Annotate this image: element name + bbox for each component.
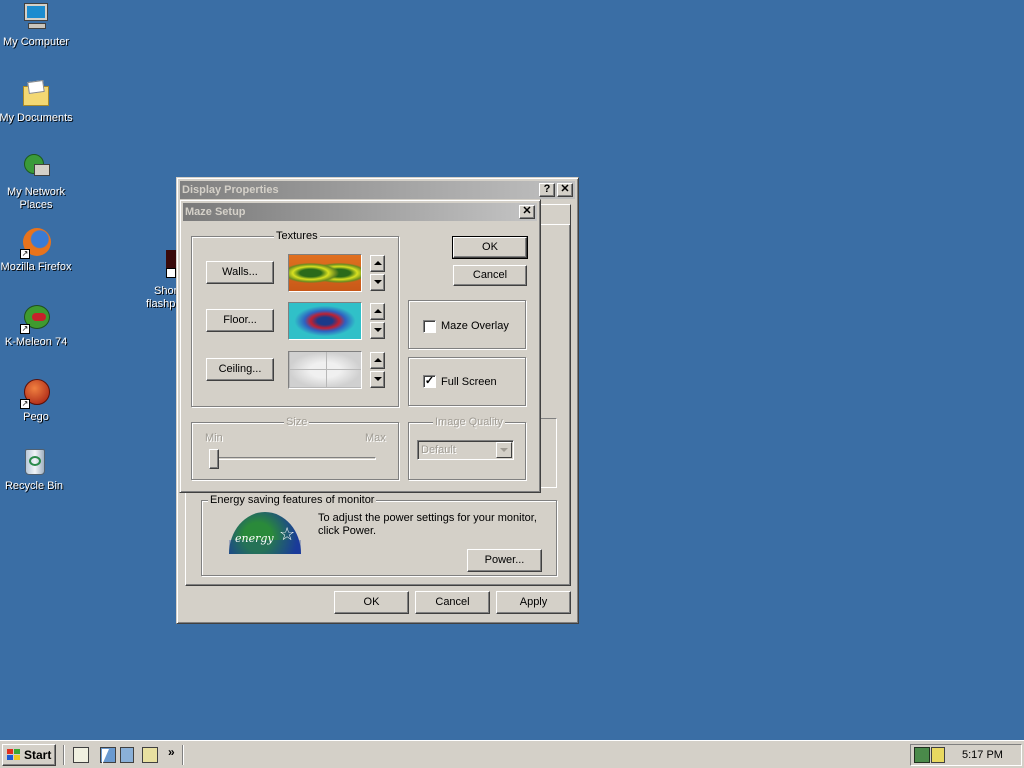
desktop-icon-my-network-places[interactable]: My Network Places <box>0 152 74 212</box>
energy-saving-group-title: Energy saving features of monitor <box>208 494 377 506</box>
floor-button[interactable]: Floor... <box>206 309 274 332</box>
folder-icon <box>20 78 52 110</box>
desktop-icon-label: Mozilla Firefox <box>0 261 72 273</box>
computer-icon <box>20 2 52 34</box>
image-quality-select[interactable]: Default <box>417 440 514 460</box>
pego-icon: ↗ <box>20 377 52 409</box>
ok-button[interactable]: OK <box>452 236 528 259</box>
taskbar: Start » 5:17 PM <box>0 740 1024 768</box>
desktop-icon-label: My Network Places <box>6 186 66 211</box>
volume-icon[interactable] <box>931 747 945 763</box>
firefox-icon: ↗ <box>20 227 52 259</box>
size-max-label: Max <box>365 432 386 444</box>
preview-area-partial <box>539 418 557 488</box>
textures-group-title: Textures <box>274 230 320 242</box>
floor-scroll-down-button[interactable] <box>370 322 385 339</box>
floor-texture-preview <box>288 302 362 340</box>
display-properties-titlebar[interactable]: Display Properties ? ✕ <box>180 181 575 199</box>
maze-overlay-checkbox[interactable] <box>423 320 436 333</box>
ceiling-button[interactable]: Ceiling... <box>206 358 274 381</box>
star-icon: ☆ <box>279 524 296 544</box>
desktop-icon-label: My Documents <box>0 112 73 124</box>
chevron-down-icon[interactable] <box>496 442 512 458</box>
walls-texture-preview <box>288 254 362 292</box>
floor-scroll-up-button[interactable] <box>370 303 385 320</box>
apply-button[interactable]: Apply <box>496 591 571 614</box>
full-screen-label[interactable]: Full Screen <box>441 376 497 388</box>
shortcut-arrow-icon <box>166 268 176 278</box>
help-button[interactable]: ? <box>539 183 555 197</box>
k-meleon-icon: ↗ <box>20 302 52 334</box>
size-slider-thumb[interactable] <box>209 449 219 469</box>
size-group: Size <box>191 416 399 480</box>
close-button[interactable]: ✕ <box>519 205 535 219</box>
desktop-icon-label: Shor <box>154 285 178 297</box>
ceiling-scroll-down-button[interactable] <box>370 371 385 388</box>
ok-button[interactable]: OK <box>334 591 409 614</box>
network-icon <box>20 152 52 184</box>
show-desktop-icon[interactable] <box>73 747 89 763</box>
taskbar-separator <box>182 745 184 765</box>
network-status-icon[interactable] <box>914 747 930 763</box>
desktop-icon-label: flashp <box>146 298 176 310</box>
desktop-icon-pego[interactable]: ↗ Pego <box>0 377 74 424</box>
desktop-icon-k-meleon[interactable]: ↗ K-Meleon 74 <box>0 302 74 349</box>
energy-logo-text: energy <box>235 532 274 545</box>
start-button[interactable]: Start <box>2 744 56 766</box>
power-button[interactable]: Power... <box>467 549 542 572</box>
ceiling-texture-preview <box>288 351 362 389</box>
size-group-title: Size <box>284 416 310 428</box>
taskbar-separator <box>63 745 65 765</box>
windows-logo-icon <box>7 749 21 761</box>
clock[interactable]: 5:17 PM <box>962 749 1003 761</box>
desktop-icon-recycle-bin[interactable]: Recycle Bin <box>0 446 72 493</box>
window-title: Display Properties <box>182 184 279 196</box>
more-chevron-icon[interactable]: » <box>168 745 175 759</box>
maze-setup-dialog: Maze Setup ✕ Textures Walls... Floor... … <box>179 199 541 493</box>
desktop-icon-label: K-Meleon 74 <box>4 336 68 348</box>
cancel-button[interactable]: Cancel <box>453 265 527 286</box>
close-button[interactable]: ✕ <box>557 183 573 197</box>
ceiling-scroll-up-button[interactable] <box>370 352 385 369</box>
dialog-title: Maze Setup <box>185 206 246 218</box>
full-screen-checkbox[interactable]: ✓ <box>423 375 436 388</box>
mouse-cursor-busy-icon <box>102 749 109 765</box>
walls-scroll-up-button[interactable] <box>370 255 385 272</box>
image-quality-group-title: Image Quality <box>433 416 505 428</box>
search-icon[interactable] <box>142 747 158 763</box>
maze-setup-titlebar[interactable]: Maze Setup ✕ <box>183 203 537 221</box>
size-slider-track <box>210 457 376 460</box>
desktop-icon-label: Pego <box>23 411 49 423</box>
shortcut-arrow-icon: ↗ <box>20 399 30 409</box>
walls-scroll-down-button[interactable] <box>370 274 385 291</box>
recycle-bin-icon <box>18 446 50 478</box>
desktop-icon-my-documents[interactable]: My Documents <box>0 78 74 125</box>
desktop-icon-label: Recycle Bin <box>4 480 64 492</box>
start-label: Start <box>24 748 52 762</box>
desktop-icon-label: My Computer <box>2 36 70 48</box>
cancel-button[interactable]: Cancel <box>415 591 490 614</box>
energy-star-logo: energy ☆ <box>229 512 301 554</box>
desktop-icon-my-computer[interactable]: My Computer <box>0 2 74 49</box>
energy-description: To adjust the power settings for your mo… <box>318 512 537 537</box>
desktop-icon-mozilla-firefox[interactable]: ↗ Mozilla Firefox <box>0 227 74 274</box>
size-min-label: Min <box>205 432 223 444</box>
shortcut-arrow-icon: ↗ <box>20 324 30 334</box>
outlook-icon[interactable] <box>120 747 134 763</box>
image-quality-value: Default <box>421 444 456 456</box>
system-tray: 5:17 PM <box>910 744 1022 766</box>
walls-button[interactable]: Walls... <box>206 261 274 284</box>
shortcut-arrow-icon: ↗ <box>20 249 30 259</box>
tab-header-partial[interactable] <box>537 204 571 226</box>
maze-overlay-label[interactable]: Maze Overlay <box>441 320 509 332</box>
